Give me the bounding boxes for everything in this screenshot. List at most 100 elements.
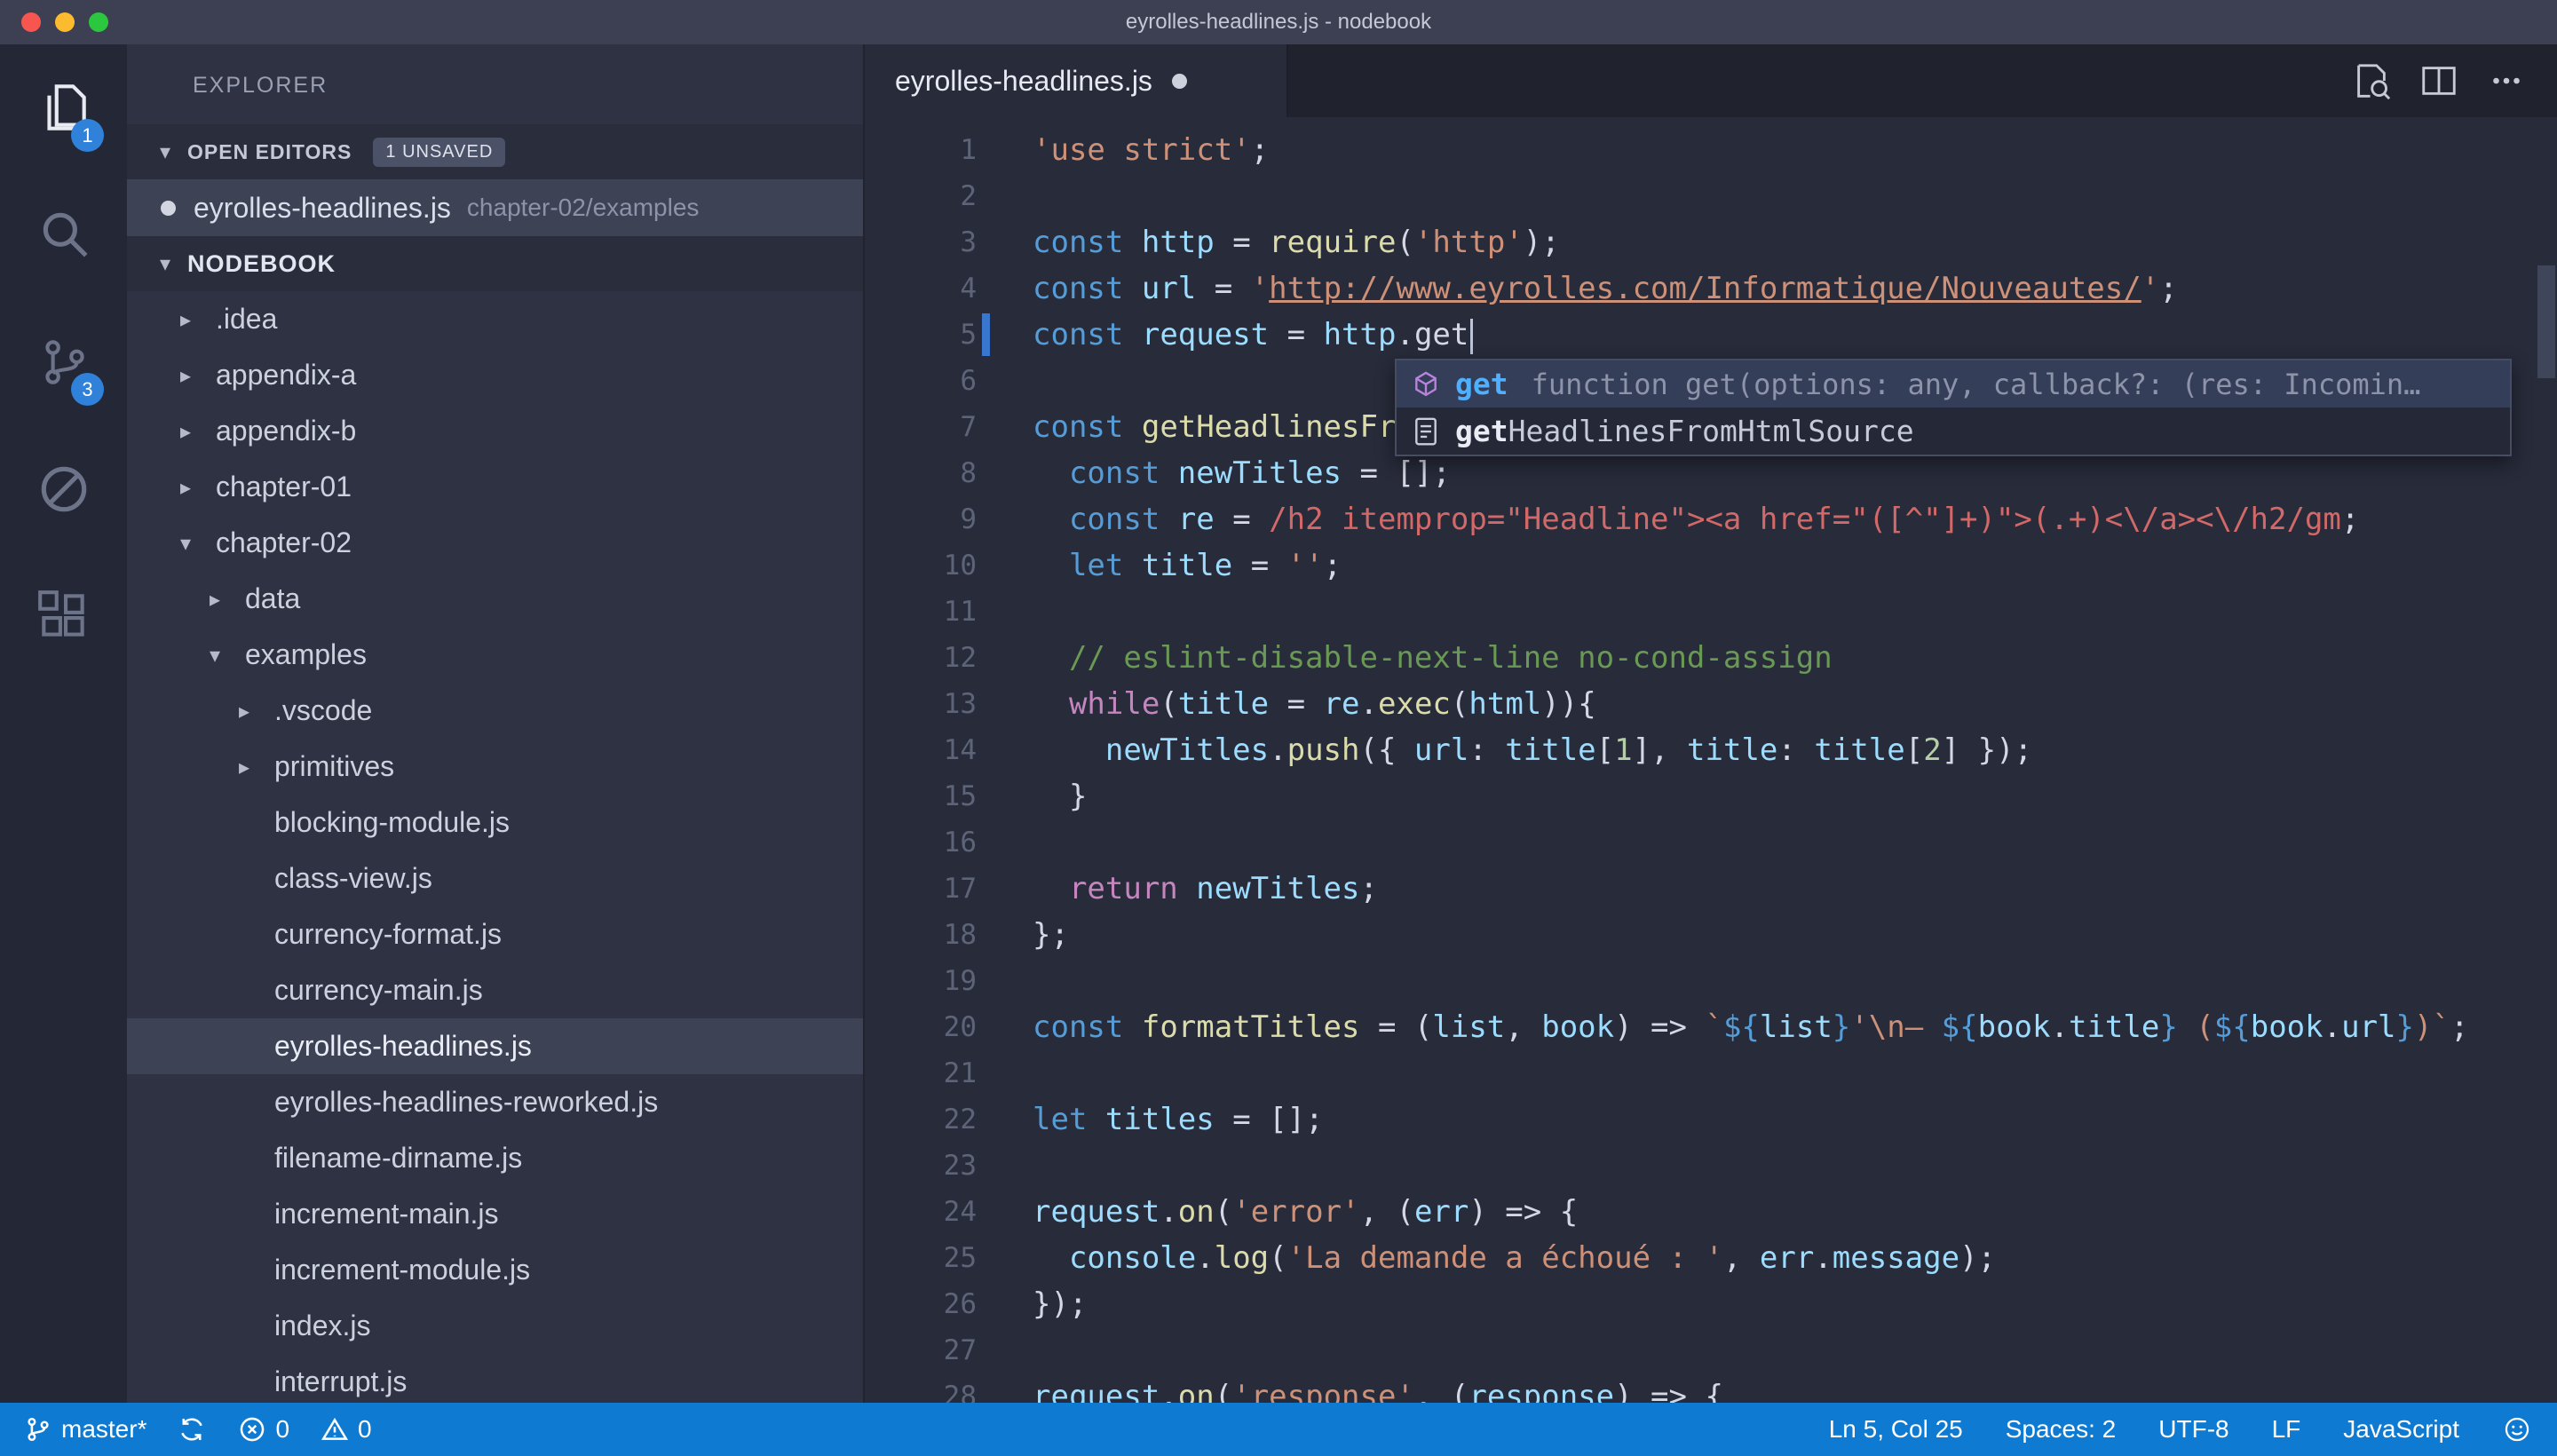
- code-line-27[interactable]: 27: [865, 1327, 2557, 1373]
- text-cursor: [1470, 319, 1473, 354]
- code-line-17[interactable]: 17 return newTitles;: [865, 866, 2557, 912]
- split-editor-button[interactable]: [2418, 60, 2459, 101]
- code-line-1[interactable]: 1'use strict';: [865, 127, 2557, 173]
- status-eol[interactable]: LF: [2272, 1415, 2301, 1444]
- activity-debug[interactable]: [0, 425, 127, 552]
- code-line-8[interactable]: 8 const newTitles = [];: [865, 450, 2557, 496]
- code-line-12[interactable]: 12 // eslint-disable-next-line no-cond-a…: [865, 635, 2557, 681]
- tree-folder-data[interactable]: data: [127, 571, 863, 627]
- tree-file-currency-format.js[interactable]: currency-format.js: [127, 906, 863, 962]
- status-warnings[interactable]: 0: [320, 1414, 372, 1444]
- code-line-22[interactable]: 22let titles = [];: [865, 1096, 2557, 1143]
- suggestion-getHeadlinesFromHtmlSource[interactable]: getHeadlinesFromHtmlSource: [1397, 408, 2510, 455]
- code-line-13[interactable]: 13 while(title = re.exec(html)){: [865, 681, 2557, 727]
- tree-file-filename-dirname.js[interactable]: filename-dirname.js: [127, 1130, 863, 1186]
- code-line-14[interactable]: 14 newTitles.push({ url: title[1], title…: [865, 727, 2557, 773]
- status-errors[interactable]: 0: [237, 1414, 289, 1444]
- more-actions-button[interactable]: [2486, 60, 2527, 101]
- code-text: return newTitles;: [1033, 866, 1378, 912]
- status-label: UTF-8: [2158, 1415, 2228, 1444]
- activity-explorer[interactable]: 1: [0, 44, 127, 171]
- code-line-28[interactable]: 28request.on('response', (response) => {: [865, 1373, 2557, 1403]
- tree-file-increment-module.js[interactable]: increment-module.js: [127, 1242, 863, 1298]
- code-line-20[interactable]: 20const formatTitles = (list, book) => `…: [865, 1004, 2557, 1050]
- tree-file-class-view.js[interactable]: class-view.js: [127, 851, 863, 906]
- line-number: 21: [865, 1050, 977, 1096]
- tree-file-interrupt.js[interactable]: interrupt.js: [127, 1354, 863, 1403]
- find-in-file-button[interactable]: [2351, 60, 2392, 101]
- code-line-18[interactable]: 18};: [865, 912, 2557, 958]
- titlebar: eyrolles-headlines.js - nodebook: [0, 0, 2557, 44]
- tree-folder-.vscode[interactable]: .vscode: [127, 683, 863, 739]
- code-line-23[interactable]: 23: [865, 1143, 2557, 1189]
- line-number: 19: [865, 958, 977, 1004]
- status-feedback[interactable]: [2502, 1414, 2532, 1444]
- suggestion-detail: function get(options: any, callback?: (r…: [1532, 368, 2498, 401]
- folder-section-header[interactable]: NODEBOOK: [127, 236, 863, 291]
- tree-folder-appendix-a[interactable]: appendix-a: [127, 347, 863, 403]
- code-line-26[interactable]: 26});: [865, 1281, 2557, 1327]
- zoom-window-button[interactable]: [89, 12, 108, 32]
- code-text: while(title = re.exec(html)){: [1033, 681, 1596, 727]
- open-editor-name: eyrolles-headlines.js: [194, 192, 451, 225]
- code-line-25[interactable]: 25 console.log('La demande a échoué : ',…: [865, 1235, 2557, 1281]
- code-line-3[interactable]: 3const http = require('http');: [865, 219, 2557, 265]
- code-line-24[interactable]: 24request.on('error', (err) => {: [865, 1189, 2557, 1235]
- line-number: 15: [865, 773, 977, 819]
- tree-file-currency-main.js[interactable]: currency-main.js: [127, 962, 863, 1018]
- chevron-right-icon: [180, 419, 216, 444]
- code-line-15[interactable]: 15 }: [865, 773, 2557, 819]
- minimize-window-button[interactable]: [55, 12, 75, 32]
- status-indentation[interactable]: Spaces: 2: [2006, 1415, 2117, 1444]
- code-line-4[interactable]: 4const url = 'http://www.eyrolles.com/In…: [865, 265, 2557, 312]
- tree-folder-chapter-01[interactable]: chapter-01: [127, 459, 863, 515]
- open-editor-item[interactable]: eyrolles-headlines.jschapter-02/examples: [127, 179, 863, 236]
- code-line-10[interactable]: 10 let title = '';: [865, 542, 2557, 589]
- dirty-indicator: [161, 201, 176, 216]
- tree-file-eyrolles-headlines-reworked.js[interactable]: eyrolles-headlines-reworked.js: [127, 1074, 863, 1130]
- close-window-button[interactable]: [21, 12, 41, 32]
- line-number: 16: [865, 819, 977, 866]
- code-line-2[interactable]: 2: [865, 173, 2557, 219]
- tree-folder-.idea[interactable]: .idea: [127, 291, 863, 347]
- suggestion-get[interactable]: getfunction get(options: any, callback?:…: [1397, 360, 2510, 408]
- code-line-21[interactable]: 21: [865, 1050, 2557, 1096]
- code-text: const re = /h2 itemprop="Headline"><a hr…: [1033, 496, 2359, 542]
- code-text: // eslint-disable-next-line no-cond-assi…: [1033, 635, 1833, 681]
- activity-search[interactable]: [0, 171, 127, 298]
- tab-eyrolles-headlines[interactable]: eyrolles-headlines.js: [865, 44, 1288, 117]
- code-line-19[interactable]: 19: [865, 958, 2557, 1004]
- unsaved-count-badge: 1 UNSAVED: [373, 138, 505, 167]
- tree-file-index.js[interactable]: index.js: [127, 1298, 863, 1354]
- tree-folder-chapter-02[interactable]: chapter-02: [127, 515, 863, 571]
- code-editor[interactable]: 1'use strict';23const http = require('ht…: [865, 117, 2557, 1403]
- open-editors-header[interactable]: OPEN EDITORS 1 UNSAVED: [127, 124, 863, 179]
- activity-extensions[interactable]: [0, 552, 127, 679]
- window-title: eyrolles-headlines.js - nodebook: [0, 10, 2557, 35]
- tree-file-blocking-module.js[interactable]: blocking-module.js: [127, 795, 863, 851]
- tree-folder-primitives[interactable]: primitives: [127, 739, 863, 795]
- status-sync[interactable]: [177, 1414, 207, 1444]
- tree-file-eyrolles-headlines.js[interactable]: eyrolles-headlines.js: [127, 1018, 863, 1074]
- extensions-icon: [35, 587, 93, 645]
- tree-folder-examples[interactable]: examples: [127, 627, 863, 683]
- tree-item-label: appendix-b: [216, 415, 356, 447]
- status-language-mode[interactable]: JavaScript: [2343, 1415, 2459, 1444]
- debug-icon: [35, 460, 93, 518]
- tree-folder-appendix-b[interactable]: appendix-b: [127, 403, 863, 459]
- open-editors-list: eyrolles-headlines.jschapter-02/examples: [127, 179, 863, 236]
- tab-label: eyrolles-headlines.js: [895, 65, 1152, 98]
- status-cursor-position[interactable]: Ln 5, Col 25: [1829, 1415, 1963, 1444]
- tab-bar: eyrolles-headlines.js: [865, 44, 2557, 117]
- code-line-5[interactable]: 5const request = http.get: [865, 312, 2557, 358]
- chevron-right-icon: [180, 363, 216, 388]
- code-line-16[interactable]: 16: [865, 819, 2557, 866]
- code-line-9[interactable]: 9 const re = /h2 itemprop="Headline"><a …: [865, 496, 2557, 542]
- open-editors-label: OPEN EDITORS: [187, 140, 352, 164]
- status-encoding[interactable]: UTF-8: [2158, 1415, 2228, 1444]
- status-git-branch[interactable]: master*: [23, 1414, 146, 1444]
- activity-source-control[interactable]: 3: [0, 298, 127, 425]
- code-line-11[interactable]: 11: [865, 589, 2557, 635]
- tree-file-increment-main.js[interactable]: increment-main.js: [127, 1186, 863, 1242]
- status-label: JavaScript: [2343, 1415, 2459, 1444]
